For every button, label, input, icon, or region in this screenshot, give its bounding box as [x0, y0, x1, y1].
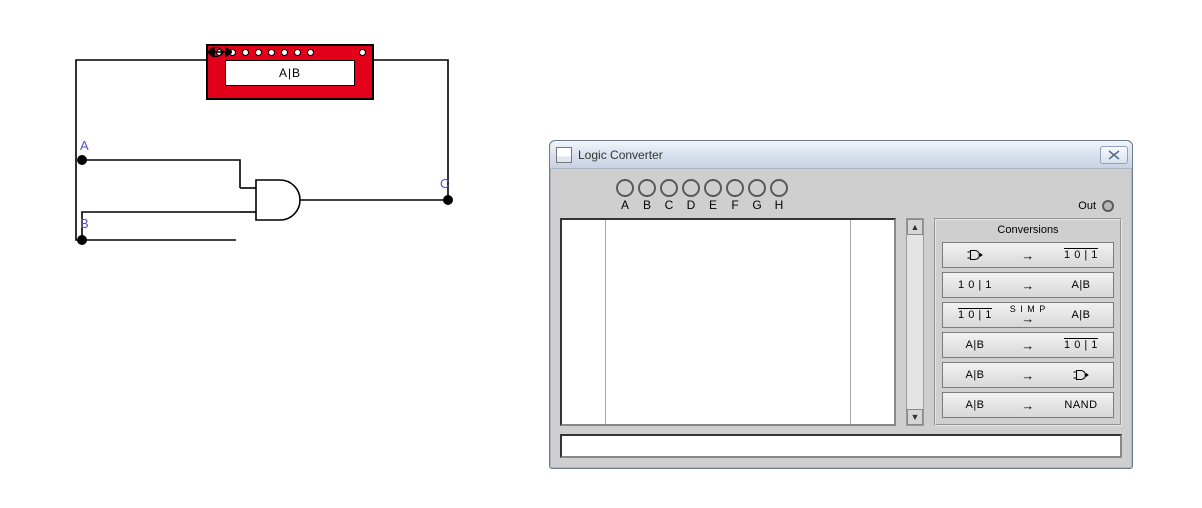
- titlebar[interactable]: Logic Converter: [550, 141, 1132, 169]
- label-a: A: [80, 138, 89, 153]
- inputs-row: A B C D E F G H Out: [560, 177, 1122, 218]
- arrow-right-icon: →: [1021, 315, 1035, 323]
- node-c: [443, 195, 453, 205]
- conv-table-simp-expr-button[interactable]: 1 0 | 1 S I M P → A|B: [942, 302, 1114, 328]
- conv-expr-to-gate-button[interactable]: A|B →: [942, 362, 1114, 388]
- input-d[interactable]: [682, 179, 700, 197]
- conversions-panel: Conversions → 1 0 | 1 1 0 | 1 → A|B 1 0 …: [934, 218, 1122, 426]
- conv-expr-to-table-button[interactable]: A|B → 1 0 | 1: [942, 332, 1114, 358]
- scroll-up-icon[interactable]: ▲: [907, 219, 923, 235]
- close-icon: [1107, 150, 1121, 160]
- expression-input[interactable]: [560, 434, 1122, 458]
- logic-converter-component[interactable]: A|B: [206, 44, 374, 100]
- conv-expr-to-nand-button[interactable]: A|B → NAND: [942, 392, 1114, 418]
- input-f[interactable]: [726, 179, 744, 197]
- arrow-right-icon: →: [1021, 248, 1035, 263]
- arrow-right-icon: →: [1021, 338, 1035, 353]
- window-icon: [556, 147, 572, 163]
- input-e[interactable]: [704, 179, 722, 197]
- window-body: A B C D E F G H Out ▲ ▼: [550, 169, 1132, 468]
- conversions-title: Conversions: [942, 224, 1114, 236]
- and-gate-icon: [256, 180, 300, 220]
- label-c: C: [440, 176, 449, 191]
- arrow-right-icon: →: [1021, 398, 1035, 413]
- input-c[interactable]: [660, 179, 678, 197]
- window-title: Logic Converter: [578, 148, 663, 162]
- input-terminals: A B C D E F G H: [616, 179, 788, 212]
- output-terminal: Out: [1078, 200, 1114, 212]
- arrow-right-icon: →: [1021, 278, 1035, 293]
- scroll-down-icon[interactable]: ▼: [907, 409, 923, 425]
- output-dot[interactable]: [1102, 200, 1114, 212]
- node-b: [77, 235, 87, 245]
- input-h[interactable]: [770, 179, 788, 197]
- label-b: B: [80, 216, 89, 231]
- conv-table-to-expr-button[interactable]: 1 0 | 1 → A|B: [942, 272, 1114, 298]
- circuit-schematic: A B C A|B: [56, 20, 466, 260]
- node-a: [77, 155, 87, 165]
- conv-gate-to-table-button[interactable]: → 1 0 | 1: [942, 242, 1114, 268]
- truth-table-scrollbar[interactable]: ▲ ▼: [906, 218, 924, 426]
- out-label: Out: [1078, 200, 1096, 212]
- double-arrow-icon: [208, 46, 232, 58]
- gate-icon: [966, 249, 984, 261]
- gate-icon: [1072, 369, 1090, 381]
- input-g[interactable]: [748, 179, 766, 197]
- arrow-right-icon: →: [1021, 368, 1035, 383]
- component-pins: [208, 46, 372, 56]
- logic-converter-window: Logic Converter A B C D E F G H: [549, 140, 1133, 469]
- input-b[interactable]: [638, 179, 656, 197]
- component-label-box: A|B: [225, 60, 355, 86]
- input-a[interactable]: [616, 179, 634, 197]
- component-label-text: A|B: [279, 66, 301, 80]
- close-button[interactable]: [1100, 146, 1128, 164]
- truth-table-area[interactable]: [560, 218, 896, 426]
